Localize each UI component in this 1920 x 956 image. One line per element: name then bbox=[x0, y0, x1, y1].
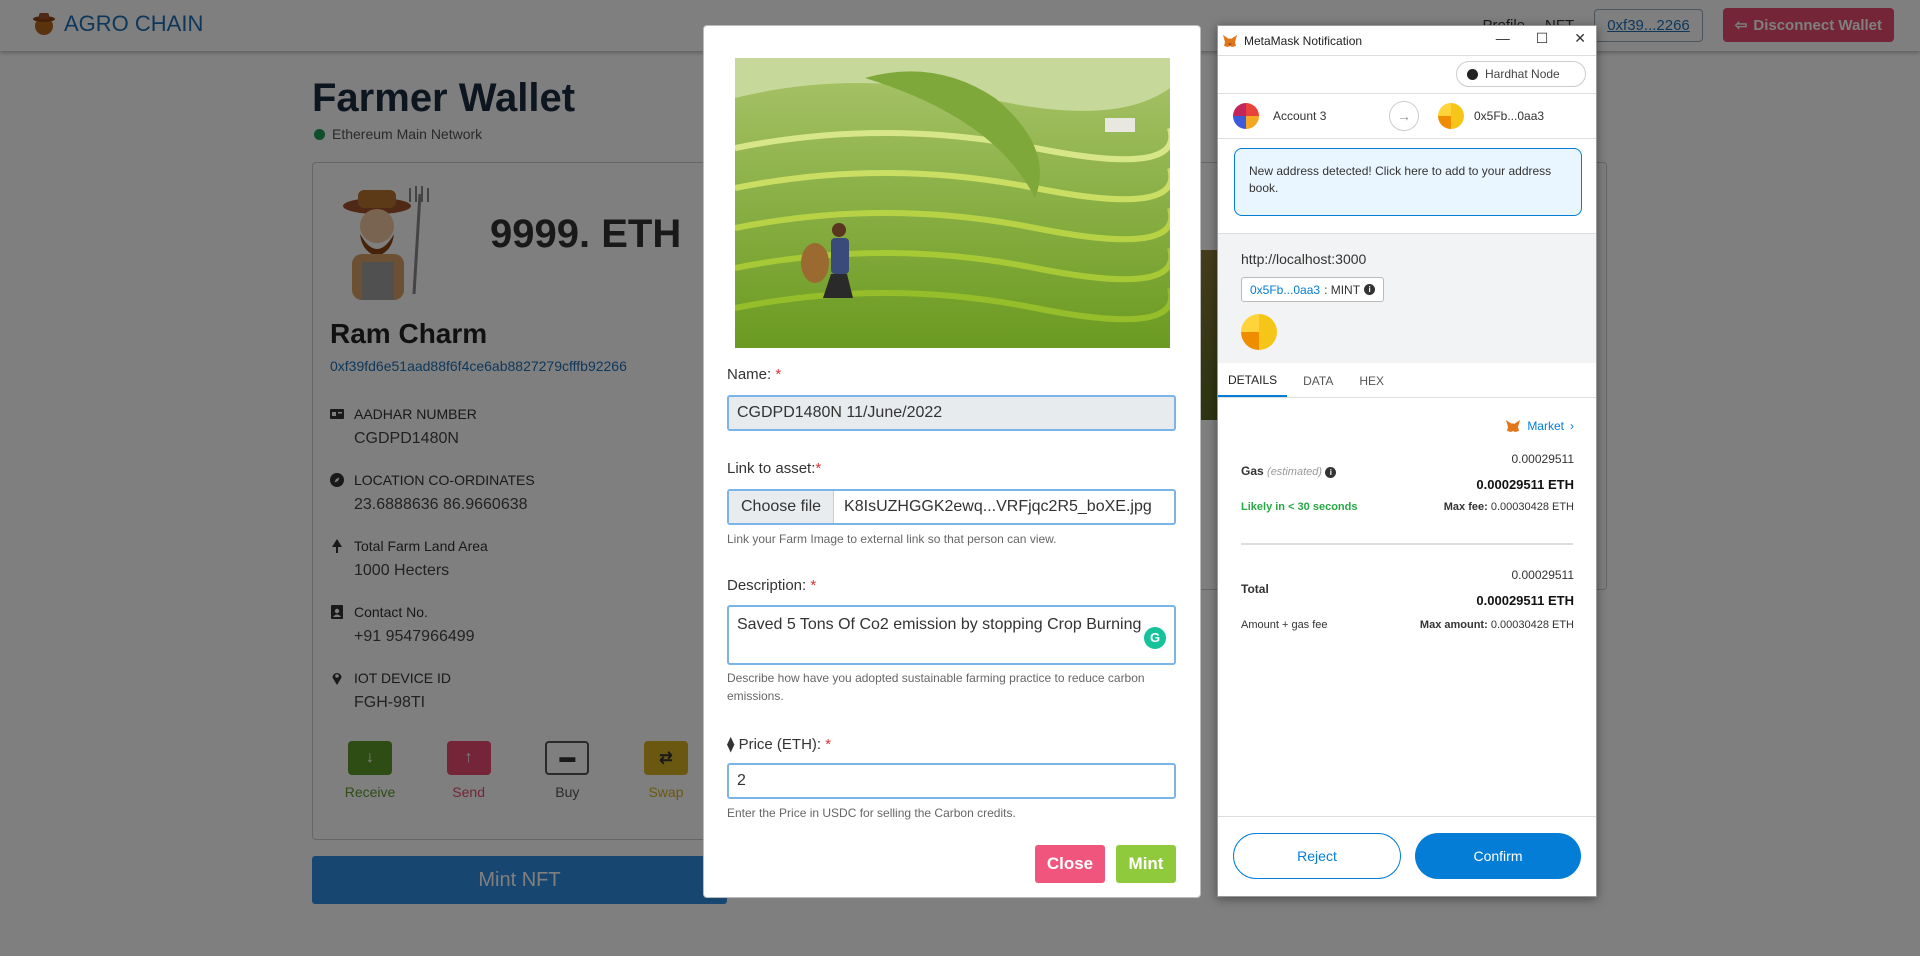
mint-nft-modal: Name: * CGDPD1480N 11/June/2022 Link to … bbox=[703, 25, 1201, 898]
gas-bold: 0.00029511 ETH bbox=[1476, 477, 1574, 492]
asset-file-input[interactable]: Choose file K8IsUZHGGK2ewq...VRFjqc2R5_b… bbox=[727, 489, 1176, 525]
metamask-fox-icon bbox=[1223, 34, 1237, 47]
choose-file-button[interactable]: Choose file bbox=[729, 491, 835, 523]
name-input[interactable]: CGDPD1480N 11/June/2022 bbox=[727, 395, 1176, 431]
from-account-name: Account 3 bbox=[1273, 109, 1327, 123]
minimize-icon[interactable]: — bbox=[1496, 30, 1510, 47]
max-amount-value: 0.00030428 ETH bbox=[1490, 619, 1574, 631]
gas-small: 0.00029511 bbox=[1511, 452, 1574, 466]
origin-url: http://localhost:3000 bbox=[1241, 251, 1367, 267]
market-label: Market bbox=[1527, 419, 1564, 433]
total-small: 0.00029511 bbox=[1511, 568, 1574, 582]
to-identicon bbox=[1438, 103, 1464, 129]
ethereum-icon: ⧫ bbox=[727, 736, 735, 753]
required-mark: * bbox=[825, 736, 832, 753]
max-fee-label: Max fee: bbox=[1443, 501, 1488, 513]
gas-label-text: Gas bbox=[1241, 464, 1264, 478]
metamask-window: MetaMask Notification — ☐ ✕ Hardhat Node… bbox=[1217, 25, 1597, 897]
divider bbox=[1241, 543, 1573, 545]
total-bold: 0.00029511 ETH bbox=[1476, 593, 1574, 608]
to-account[interactable]: 0x5Fb...0aa3 bbox=[1438, 103, 1544, 129]
metamask-titlebar: MetaMask Notification — ☐ ✕ bbox=[1218, 26, 1596, 56]
required-mark: * bbox=[810, 577, 817, 594]
price-label: ⧫ Price (ETH): * bbox=[727, 735, 831, 753]
desc-label-text: Description: bbox=[727, 577, 807, 594]
window-controls: — ☐ ✕ bbox=[1496, 30, 1586, 47]
description-textarea[interactable]: Saved 5 Tons Of Co2 emission by stopping… bbox=[727, 605, 1176, 665]
likely-time: Likely in < 30 seconds bbox=[1241, 501, 1358, 513]
from-account[interactable]: Account 3 bbox=[1233, 103, 1326, 129]
from-identicon bbox=[1233, 103, 1259, 129]
max-fee-row: Max fee: 0.00030428 ETH bbox=[1444, 501, 1574, 513]
footer-divider bbox=[1218, 816, 1596, 817]
file-name: K8IsUZHGGK2ewq...VRFjqc2R5_boXE.jpg bbox=[844, 498, 1152, 515]
reject-button[interactable]: Reject bbox=[1233, 833, 1401, 879]
required-mark: * bbox=[815, 460, 822, 477]
contract-address[interactable]: 0x5Fb...0aa3 bbox=[1250, 283, 1320, 297]
price-input[interactable]: 2 bbox=[727, 763, 1176, 799]
close-button[interactable]: Close bbox=[1035, 845, 1105, 883]
max-amount-row: Max amount: 0.00030428 ETH bbox=[1420, 619, 1574, 631]
new-address-notice[interactable]: New address detected! Click here to add … bbox=[1234, 148, 1582, 216]
gas-label: Gas (estimated) i bbox=[1241, 464, 1337, 478]
network-name: Hardhat Node bbox=[1485, 67, 1560, 81]
arrow-right-icon: → bbox=[1389, 101, 1419, 131]
confirm-button[interactable]: Confirm bbox=[1415, 833, 1581, 879]
tab-hex[interactable]: HEX bbox=[1349, 364, 1394, 397]
description-help-text: Describe how have you adopted sustainabl… bbox=[727, 671, 1145, 703]
info-icon[interactable]: i bbox=[1325, 467, 1337, 478]
close-window-icon[interactable]: ✕ bbox=[1574, 30, 1586, 47]
max-amount-label: Max amount: bbox=[1419, 619, 1488, 631]
description-text: Saved 5 Tons Of Co2 emission by stopping… bbox=[737, 616, 1142, 633]
farm-image bbox=[735, 58, 1170, 348]
price-help-text: Enter the Price in USDC for selling the … bbox=[727, 806, 1016, 820]
to-account-address: 0x5Fb...0aa3 bbox=[1474, 109, 1545, 123]
link-label-text: Link to asset: bbox=[727, 460, 816, 477]
tab-details[interactable]: DETAILS bbox=[1218, 364, 1288, 397]
name-label: Name: * bbox=[727, 366, 781, 383]
name-label-text: Name: bbox=[727, 366, 772, 383]
required-mark: * bbox=[775, 366, 782, 383]
total-label: Total bbox=[1241, 582, 1269, 596]
network-dot-icon bbox=[1467, 68, 1478, 80]
price-label-text: Price (ETH): bbox=[738, 736, 822, 753]
network-selector[interactable]: Hardhat Node bbox=[1456, 61, 1586, 87]
metamask-fox-icon bbox=[1506, 420, 1521, 432]
method-name: : MINT bbox=[1324, 282, 1361, 297]
gas-estimated: (estimated) bbox=[1267, 466, 1323, 478]
link-help-text: Link your Farm Image to external link so… bbox=[727, 532, 1057, 546]
transaction-tabs: DETAILS DATA HEX bbox=[1218, 364, 1596, 398]
amount-gas-label: Amount + gas fee bbox=[1241, 619, 1328, 631]
maximize-icon[interactable]: ☐ bbox=[1536, 30, 1549, 47]
link-label: Link to asset:* bbox=[727, 460, 821, 477]
mint-button[interactable]: Mint bbox=[1116, 845, 1176, 883]
description-label: Description: * bbox=[727, 577, 816, 594]
account-row: Account 3 → 0x5Fb...0aa3 bbox=[1218, 93, 1596, 139]
contract-identicon bbox=[1241, 314, 1277, 350]
max-fee-value: 0.00030428 ETH bbox=[1490, 501, 1574, 513]
transaction-origin: http://localhost:3000 0x5Fb...0aa3 : MIN… bbox=[1218, 233, 1596, 363]
grammarly-icon[interactable]: G bbox=[1144, 627, 1166, 649]
info-icon[interactable]: i bbox=[1364, 284, 1376, 295]
chevron-right-icon: › bbox=[1570, 419, 1574, 433]
market-link[interactable]: Market › bbox=[1505, 418, 1574, 434]
window-title: MetaMask Notification bbox=[1244, 33, 1363, 48]
tab-data[interactable]: DATA bbox=[1287, 364, 1349, 397]
method-pill: 0x5Fb...0aa3 : MINT i bbox=[1241, 277, 1385, 302]
